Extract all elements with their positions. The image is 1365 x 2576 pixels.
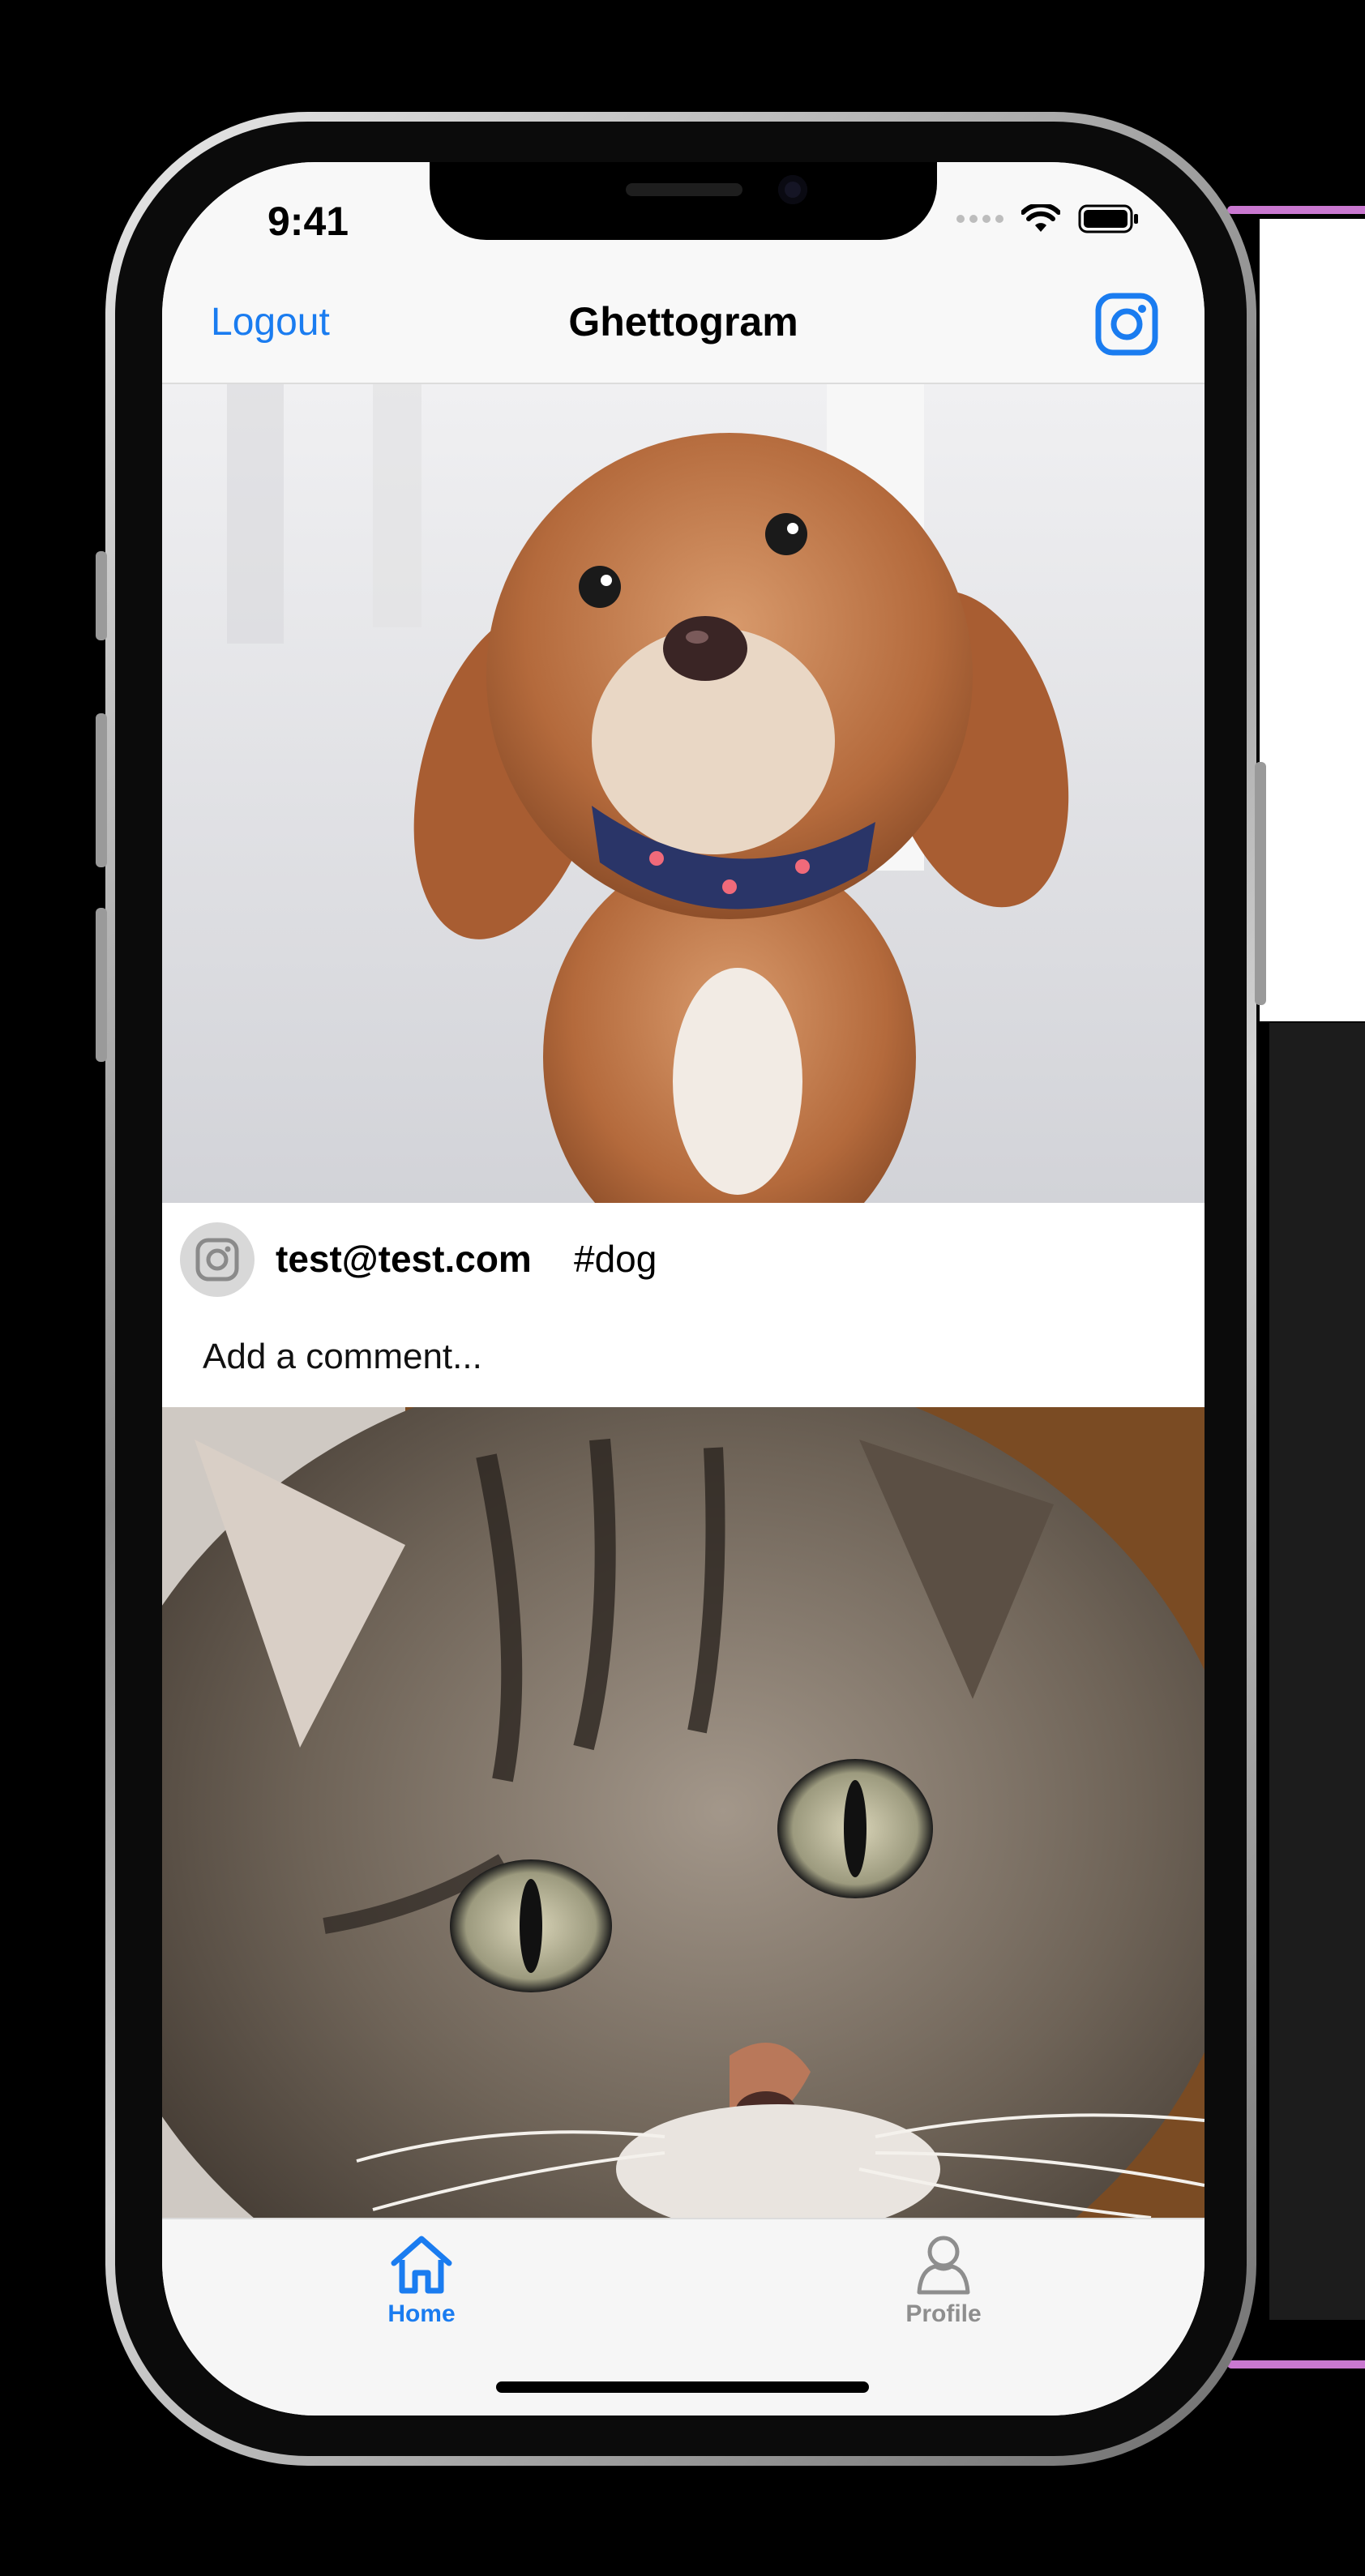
house-icon: [391, 2236, 452, 2294]
battery-icon: [1078, 204, 1138, 233]
edge-accent-bottom: [1227, 2360, 1365, 2368]
dog-photo: [162, 384, 1205, 1203]
speaker-grille: [626, 183, 742, 196]
volume-up-button: [96, 713, 107, 867]
cat-illustration: [162, 1407, 1205, 2218]
comment-input[interactable]: [162, 1307, 1205, 1407]
app-title: Ghettogram: [568, 299, 798, 344]
phone-screen: 9:41 Logout Ghettogram test@test.com #do…: [162, 162, 1205, 2416]
post-meta-row: test@test.com #dog: [162, 1203, 1205, 1307]
status-time: 9:41: [267, 199, 349, 244]
post-username[interactable]: test@test.com: [276, 1237, 532, 1281]
background-panel-white: [1260, 219, 1365, 1021]
navigation-bar: Logout Ghettogram: [162, 243, 1205, 384]
power-button: [1255, 762, 1266, 1005]
home-indicator[interactable]: [496, 2381, 869, 2393]
tab-profile-label: Profile: [905, 2300, 982, 2327]
wifi-icon: [1021, 204, 1060, 232]
mute-switch: [96, 551, 107, 640]
person-icon: [917, 2236, 970, 2295]
instagram-camera-icon[interactable]: [1094, 292, 1159, 357]
front-camera: [778, 175, 807, 204]
tab-profile[interactable]: Profile: [862, 2232, 1025, 2328]
tab-home[interactable]: Home: [340, 2232, 503, 2328]
background-panel-dark: [1269, 1023, 1365, 2320]
avatar[interactable]: [180, 1222, 255, 1297]
edge-accent-top: [1227, 206, 1365, 214]
cellular-signal-icon: [956, 215, 1003, 223]
instagram-camera-icon: [195, 1238, 239, 1282]
dog-illustration: [162, 384, 1205, 1203]
volume-down-button: [96, 908, 107, 1062]
post-hashtag[interactable]: #dog: [574, 1237, 657, 1281]
tab-home-label: Home: [387, 2300, 456, 2327]
status-icons: [956, 204, 1140, 233]
device-notch: [430, 162, 937, 240]
cat-photo: [162, 1407, 1205, 2218]
